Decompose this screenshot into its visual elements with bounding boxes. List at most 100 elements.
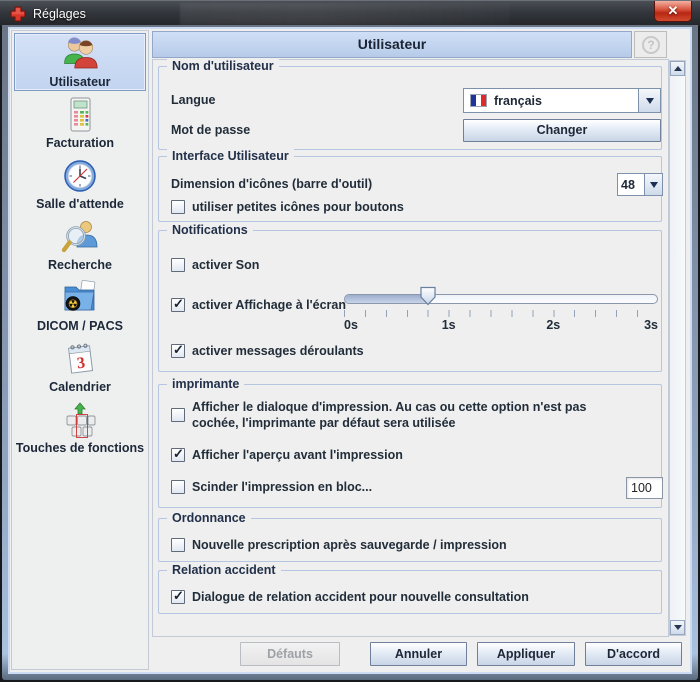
slider-tick-labels: 0s 1s 2s 3s [344, 318, 658, 334]
chevron-down-icon [650, 182, 658, 188]
display-duration-slider[interactable]: 0s 1s 2s 3s [344, 286, 658, 334]
checkbox-label: Dialogue de relation accident pour nouve… [192, 589, 529, 605]
accident-dialog-row: ✓ Dialogue de relation accident pour nou… [171, 589, 529, 605]
checkbox-label: Scinder l'impression en bloc... [192, 479, 372, 495]
sidebar: Utilisateur Facturation [11, 30, 149, 670]
screen-display-checkbox[interactable]: ✓ [171, 298, 185, 312]
close-button[interactable]: ✕ [654, 1, 692, 22]
sidebar-item-label: DICOM / PACS [37, 318, 123, 334]
group-title: Relation accident [167, 563, 281, 578]
combo-dropdown-button[interactable] [644, 174, 662, 195]
sidebar-item-calendrier[interactable]: 3 Calendrier [14, 338, 146, 396]
language-combobox[interactable]: français [463, 88, 661, 113]
window-title: Réglages [33, 7, 86, 21]
sidebar-item-dicom-pacs[interactable]: ☢ DICOM / PACS [14, 277, 146, 335]
calculator-icon [60, 95, 100, 135]
vertical-scrollbar[interactable] [669, 60, 686, 636]
folder-radiation-icon: ☢ [60, 278, 100, 318]
settings-window: Réglages ✕ Utilisateur [0, 0, 700, 682]
sidebar-item-facturation[interactable]: Facturation [14, 94, 146, 152]
sidebar-item-label: Facturation [46, 135, 114, 151]
print-preview-checkbox[interactable]: ✓ [171, 448, 185, 462]
split-print-checkbox[interactable]: ✓ [171, 480, 185, 494]
new-prescription-row: ✓ Nouvelle prescription après sauvegarde… [171, 537, 507, 553]
ok-button[interactable]: D'accord [585, 642, 682, 666]
checkbox-label: activer messages déroulants [192, 343, 364, 359]
split-print-row: ✓ Scinder l'impression en bloc... [171, 479, 372, 495]
new-prescription-checkbox[interactable]: ✓ [171, 538, 185, 552]
scrolling-messages-checkbox[interactable]: ✓ [171, 344, 185, 358]
group-relation-accident: Relation accident ✓ Dialogue de relation… [158, 570, 662, 614]
change-password-button[interactable]: Changer [463, 119, 661, 142]
check-icon: ✓ [173, 296, 184, 312]
sound-checkbox[interactable]: ✓ [171, 258, 185, 272]
apply-button[interactable]: Appliquer [477, 642, 575, 666]
svg-text:☢: ☢ [68, 297, 78, 311]
tick-label: 3s [644, 318, 658, 332]
arrow-down-icon [674, 625, 682, 630]
slider-thumb[interactable] [419, 286, 436, 306]
password-label: Mot de passe [171, 123, 250, 137]
split-block-size-field[interactable] [626, 477, 663, 499]
search-person-icon [60, 217, 100, 257]
checkbox-label: activer Affichage à l'écran [192, 297, 346, 313]
slider-ticks [344, 310, 658, 317]
sidebar-item-label: Utilisateur [49, 74, 110, 90]
icon-size-label: Dimension d'icônes (barre d'outil) [171, 177, 372, 191]
combo-dropdown-button[interactable] [638, 89, 660, 112]
sidebar-item-label: Recherche [48, 257, 112, 273]
checkbox-label: activer Son [192, 257, 259, 273]
sidebar-item-recherche[interactable]: Recherche [14, 216, 146, 274]
print-dialog-checkbox[interactable]: ✓ [171, 408, 185, 422]
sidebar-item-utilisateur[interactable]: Utilisateur [14, 33, 146, 91]
tick-label: 0s [344, 318, 358, 332]
sidebar-item-label: Touches de fonctions [16, 440, 144, 456]
language-value: français [464, 89, 638, 112]
tick-label: 1s [442, 318, 456, 332]
red-cross-app-icon [10, 6, 26, 22]
slider-fill [345, 295, 428, 303]
question-icon: ? [642, 36, 660, 54]
checkbox-label: Afficher le dialoque d'impression. Au ca… [192, 399, 631, 431]
checkbox-label: Afficher l'aperçu avant l'impression [192, 447, 403, 463]
calendar-icon: 3 [60, 339, 100, 379]
sidebar-item-label: Salle d'attende [36, 196, 124, 212]
group-imprimante: imprimante ✓ Afficher le dialoque d'impr… [158, 384, 662, 508]
french-flag-icon [470, 94, 487, 107]
print-dialog-row: ✓ Afficher le dialoque d'impression. Au … [171, 399, 631, 431]
sidebar-item-salle-attente[interactable]: Salle d'attende [14, 155, 146, 213]
checkbox-label: utiliser petites icônes pour boutons [192, 199, 404, 215]
accident-dialog-checkbox[interactable]: ✓ [171, 590, 185, 604]
group-ordonnance: Ordonnance ✓ Nouvelle prescription après… [158, 518, 662, 562]
group-notifications: Notifications ✓ activer Son ✓ activer Af… [158, 230, 662, 372]
scroll-up-button[interactable] [670, 61, 685, 76]
icon-size-value: 48 [618, 174, 644, 195]
icon-size-combobox[interactable]: 48 [617, 173, 663, 196]
print-preview-row: ✓ Afficher l'aperçu avant l'impression [171, 447, 403, 463]
defaults-button[interactable]: Défauts [240, 642, 340, 666]
cancel-button[interactable]: Annuler [370, 642, 467, 666]
group-title: imprimante [167, 377, 244, 392]
group-interface-utilisateur: Interface Utilisateur Dimension d'icônes… [158, 156, 662, 222]
group-title: Interface Utilisateur [167, 149, 294, 164]
page-title: Utilisateur [152, 31, 632, 58]
checkbox-label: Nouvelle prescription après sauvegarde /… [192, 537, 507, 553]
sidebar-item-touches-fonctions[interactable]: Touches de fonctions [14, 399, 146, 457]
group-title: Notifications [167, 223, 253, 238]
small-icons-checkbox[interactable]: ✓ [171, 200, 185, 214]
check-icon: ✓ [173, 588, 184, 604]
scrolling-messages-row: ✓ activer messages déroulants [171, 343, 364, 359]
slider-track[interactable] [344, 294, 658, 304]
titlebar[interactable]: Réglages ✕ [0, 0, 700, 26]
clock-icon [60, 156, 100, 196]
group-nom-utilisateur: Nom d'utilisateur Langue français Mot de… [158, 66, 662, 150]
help-button[interactable]: ? [634, 31, 667, 58]
scroll-down-button[interactable] [670, 620, 685, 635]
group-title: Ordonnance [167, 511, 251, 526]
small-icons-row: ✓ utiliser petites icônes pour boutons [171, 199, 404, 215]
screen-display-row: ✓ activer Affichage à l'écran [171, 297, 346, 313]
check-icon: ✓ [173, 342, 184, 358]
users-icon [60, 34, 100, 74]
check-icon: ✓ [173, 446, 184, 462]
group-title: Nom d'utilisateur [167, 59, 279, 74]
